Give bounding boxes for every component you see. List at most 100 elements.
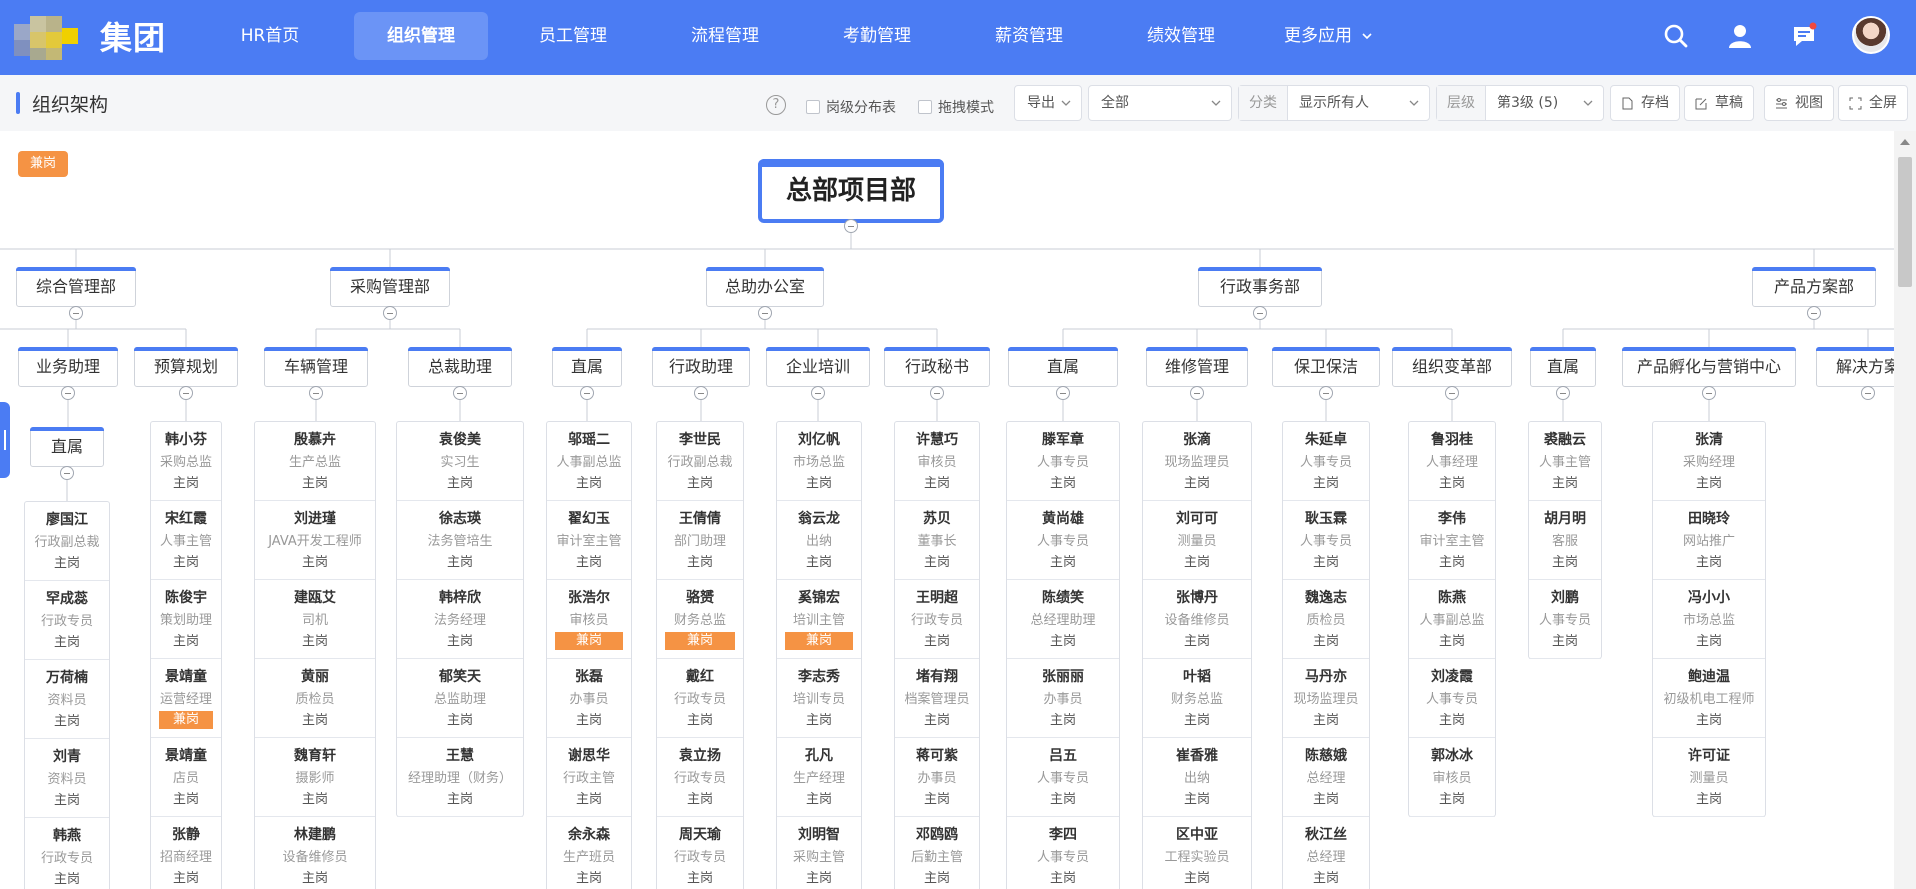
level2-node[interactable]: 总裁助理 bbox=[408, 347, 512, 387]
person-card[interactable]: 耿玉霖 人事专员 主岗 bbox=[1283, 501, 1369, 580]
person-card[interactable]: 林建鹏 设备维修员 主岗 bbox=[255, 817, 375, 889]
person-card[interactable]: 刘亿帆 市场总监 主岗 bbox=[777, 422, 861, 501]
person-card[interactable]: 蒋可紫 办事员 主岗 bbox=[895, 738, 979, 817]
level2-node[interactable]: 直属 bbox=[1008, 347, 1118, 387]
person-card[interactable]: 黄尚雄 人事专员 主岗 bbox=[1007, 501, 1119, 580]
level1-node[interactable]: 产品方案部 bbox=[1752, 267, 1876, 307]
level-select[interactable]: 层级 第3级 (5) bbox=[1436, 85, 1604, 121]
nav-hr-home[interactable]: HR首页 bbox=[222, 12, 318, 60]
person-card[interactable]: 邓鸥鸥 后勤主管 主岗 bbox=[895, 817, 979, 889]
collapse-toggle[interactable] bbox=[179, 386, 193, 400]
nav-salary-management[interactable]: 薪资管理 bbox=[980, 12, 1078, 60]
person-card[interactable]: 陈俊宇 策划助理 主岗 bbox=[151, 580, 221, 659]
person-card[interactable]: 刘青 资料员 主岗 bbox=[25, 739, 109, 818]
collapse-toggle[interactable] bbox=[1319, 386, 1333, 400]
person-card[interactable]: 李志秀 培训专员 主岗 bbox=[777, 659, 861, 738]
user-icon[interactable] bbox=[1726, 22, 1754, 50]
person-card[interactable]: 刘鹏 人事专员 主岗 bbox=[1529, 580, 1601, 659]
person-card[interactable]: 许可证 测量员 主岗 bbox=[1653, 738, 1765, 817]
level2-node[interactable]: 行政秘书 bbox=[884, 347, 990, 387]
collapse-toggle[interactable] bbox=[1445, 386, 1459, 400]
level2-node[interactable]: 企业培训 bbox=[766, 347, 870, 387]
collapse-toggle[interactable] bbox=[1556, 386, 1570, 400]
person-card[interactable]: 韩梓欣 法务经理 主岗 bbox=[397, 580, 523, 659]
level2-node[interactable]: 业务助理 bbox=[18, 347, 118, 387]
person-card[interactable]: 滕军章 人事专员 主岗 bbox=[1007, 422, 1119, 501]
person-card[interactable]: 翟幻玉 审计室主管 主岗 bbox=[547, 501, 631, 580]
collapse-toggle[interactable] bbox=[930, 386, 944, 400]
person-card[interactable]: 黄丽 质检员 主岗 bbox=[255, 659, 375, 738]
person-card[interactable]: 朱延卓 人事专员 主岗 bbox=[1283, 422, 1369, 501]
person-card[interactable]: 韩小芬 采购总监 主岗 bbox=[151, 422, 221, 501]
search-icon[interactable] bbox=[1662, 22, 1690, 50]
scope-select[interactable]: 全部 bbox=[1088, 85, 1232, 121]
person-card[interactable]: 孔凡 生产经理 主岗 bbox=[777, 738, 861, 817]
collapse-toggle[interactable] bbox=[61, 386, 75, 400]
collapse-toggle[interactable] bbox=[580, 386, 594, 400]
person-card[interactable]: 苏贝 董事长 主岗 bbox=[895, 501, 979, 580]
level1-node[interactable]: 总助办公室 bbox=[706, 267, 824, 307]
help-icon[interactable]: ? bbox=[766, 95, 786, 115]
user-avatar[interactable] bbox=[1852, 16, 1890, 54]
fullscreen-button[interactable]: 全屏 bbox=[1838, 85, 1908, 121]
person-card[interactable]: 魏育轩 摄影师 主岗 bbox=[255, 738, 375, 817]
export-dropdown[interactable]: 导出 bbox=[1014, 85, 1082, 121]
collapse-toggle[interactable] bbox=[383, 306, 397, 320]
distribution-checkbox[interactable]: 岗级分布表 bbox=[806, 97, 896, 117]
collapse-toggle[interactable] bbox=[1253, 306, 1267, 320]
nav-employee-management[interactable]: 员工管理 bbox=[524, 12, 622, 60]
person-card[interactable]: 袁俊美 实习生 主岗 bbox=[397, 422, 523, 501]
person-card[interactable]: 奚锦宏 培训主管 兼岗 bbox=[777, 580, 861, 659]
person-card[interactable]: 陈燕 人事副总监 主岗 bbox=[1409, 580, 1495, 659]
collapse-toggle[interactable] bbox=[1190, 386, 1204, 400]
person-card[interactable]: 刘可可 测量员 主岗 bbox=[1143, 501, 1251, 580]
level1-node[interactable]: 综合管理部 bbox=[16, 267, 136, 307]
drag-mode-checkbox[interactable]: 拖拽模式 bbox=[918, 97, 994, 117]
person-card[interactable]: 殷慕卉 生产总监 主岗 bbox=[255, 422, 375, 501]
person-card[interactable]: 许慧巧 审核员 主岗 bbox=[895, 422, 979, 501]
person-card[interactable]: 王明超 行政专员 主岗 bbox=[895, 580, 979, 659]
level2-node[interactable]: 组织变革部 bbox=[1392, 347, 1512, 387]
nav-attendance-management[interactable]: 考勤管理 bbox=[828, 12, 926, 60]
person-card[interactable]: 李世民 行政副总裁 主岗 bbox=[657, 422, 743, 501]
level1-node[interactable]: 采购管理部 bbox=[330, 267, 450, 307]
person-card[interactable]: 万荷楠 资料员 主岗 bbox=[25, 660, 109, 739]
collapse-toggle[interactable] bbox=[1702, 386, 1716, 400]
person-card[interactable]: 裘融云 人事主管 主岗 bbox=[1529, 422, 1601, 501]
person-card[interactable]: 景靖童 运营经理 兼岗 bbox=[151, 659, 221, 738]
person-card[interactable]: 刘凌霞 人事专员 主岗 bbox=[1409, 659, 1495, 738]
person-card[interactable]: 张清 采购经理 主岗 bbox=[1653, 422, 1765, 501]
person-card[interactable]: 戴红 行政专员 主岗 bbox=[657, 659, 743, 738]
person-card[interactable]: 李伟 审计室主管 主岗 bbox=[1409, 501, 1495, 580]
class-select[interactable]: 分类 显示所有人 bbox=[1238, 85, 1430, 121]
person-card[interactable]: 区中亚 工程实验员 主岗 bbox=[1143, 817, 1251, 889]
level2-node[interactable]: 行政助理 bbox=[652, 347, 750, 387]
person-card[interactable]: 堵有翔 档案管理员 主岗 bbox=[895, 659, 979, 738]
view-button[interactable]: 视图 bbox=[1764, 85, 1834, 121]
collapse-toggle-root[interactable] bbox=[844, 219, 858, 233]
person-card[interactable]: 崔香雅 出纳 主岗 bbox=[1143, 738, 1251, 817]
collapse-toggle[interactable] bbox=[1861, 386, 1875, 400]
person-card[interactable]: 王倩倩 部门助理 主岗 bbox=[657, 501, 743, 580]
level2-node[interactable]: 维修管理 bbox=[1146, 347, 1248, 387]
person-card[interactable]: 张浩尔 审核员 兼岗 bbox=[547, 580, 631, 659]
collapse-toggle[interactable] bbox=[694, 386, 708, 400]
person-card[interactable]: 郁笑天 总监助理 主岗 bbox=[397, 659, 523, 738]
person-card[interactable]: 田晓玲 网站推广 主岗 bbox=[1653, 501, 1765, 580]
checkbox-box[interactable] bbox=[806, 100, 820, 114]
person-card[interactable]: 鲍迪温 初级机电工程师 主岗 bbox=[1653, 659, 1765, 738]
message-icon[interactable] bbox=[1790, 22, 1818, 50]
person-card[interactable]: 罕成蕊 行政专员 主岗 bbox=[25, 581, 109, 660]
person-card[interactable]: 李四 人事专员 主岗 bbox=[1007, 817, 1119, 889]
nav-process-management[interactable]: 流程管理 bbox=[676, 12, 774, 60]
person-card[interactable]: 马丹亦 现场监理员 主岗 bbox=[1283, 659, 1369, 738]
person-card[interactable]: 建瓯艾 司机 主岗 bbox=[255, 580, 375, 659]
person-card[interactable]: 魏逸志 质检员 主岗 bbox=[1283, 580, 1369, 659]
person-card[interactable]: 叶韬 财务总监 主岗 bbox=[1143, 659, 1251, 738]
person-card[interactable]: 张磊 办事员 主岗 bbox=[547, 659, 631, 738]
collapse-toggle[interactable] bbox=[60, 466, 74, 480]
collapse-toggle[interactable] bbox=[1807, 306, 1821, 320]
collapse-toggle[interactable] bbox=[811, 386, 825, 400]
person-card[interactable]: 陈绩笑 总经理助理 主岗 bbox=[1007, 580, 1119, 659]
person-card[interactable]: 袁立扬 行政专员 主岗 bbox=[657, 738, 743, 817]
